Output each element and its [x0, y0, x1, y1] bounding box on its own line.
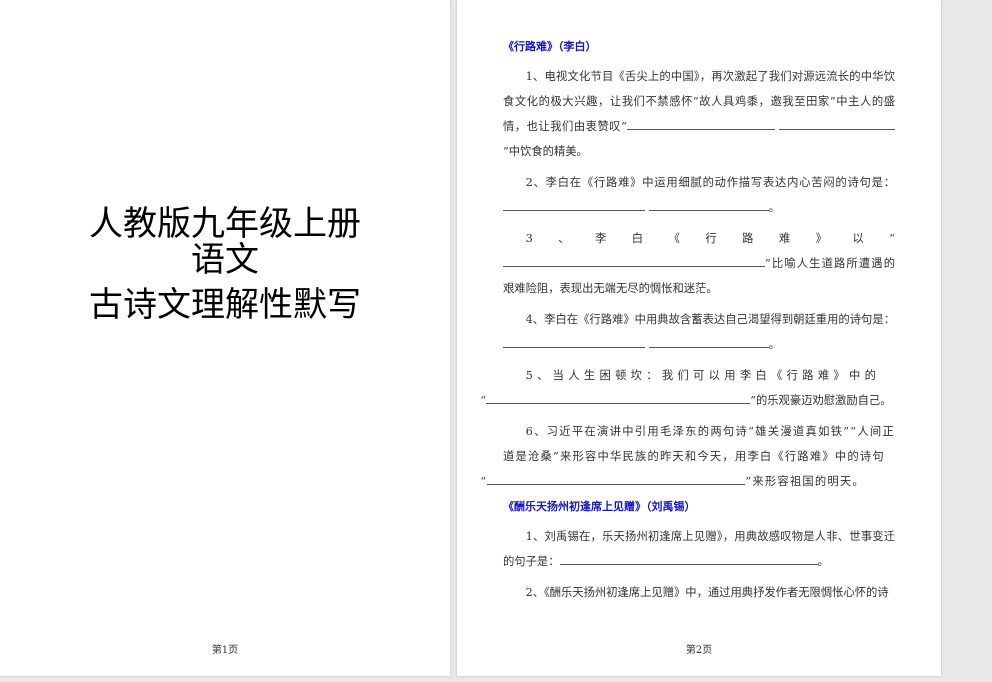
section-title: 《酬乐天扬州初逢席上见赠》（刘禹锡） [503, 500, 696, 513]
question-text: ”的乐观豪迈劝慰激励自己。 [750, 394, 892, 407]
question-text: ”来形容祖国的明天。 [745, 475, 865, 488]
question-text: 4、李白在《行路难》中用典故含蓄表达自己渴望得到朝廷重用的诗句是： [525, 313, 895, 326]
answer-blank[interactable] [626, 118, 775, 130]
answer-blank[interactable] [486, 392, 751, 404]
page-2: 《行路难》（李白） 1、电视文化节目《舌尖上的中国》，再次激起了我们对源远流长的… [457, 0, 941, 676]
question-text: 。 [817, 555, 829, 568]
answer-blank[interactable] [487, 473, 746, 485]
question-text: ”中饮食的精美。 [503, 145, 588, 158]
question-text: 5、当人生困顿坎：我们可以用李白《行路难》中的 [525, 369, 881, 382]
question-text: 2、李白在《行路难》中运用细腻的动作描写表达内心苦闷的诗句是： [525, 176, 895, 189]
cover-title-line-3: 古诗文理解性默写 [89, 285, 361, 325]
question-text: 2、《酬乐天扬州初逢席上见赠》中，通过用典抒发作者无限惆怅心怀的诗 [525, 586, 889, 599]
question-3: 3、李白《行路难》以“”比喻人生道路所遭遇的艰难险阻，表现出无端无尽的惆怅和迷茫… [503, 226, 895, 301]
answer-blank[interactable] [503, 255, 765, 267]
page-content: 《行路难》（李白） 1、电视文化节目《舌尖上的中国》，再次激起了我们对源远流长的… [480, 36, 895, 605]
question-2: 2、李白在《行路难》中运用细腻的动作描写表达内心苦闷的诗句是： 。 [503, 170, 895, 220]
question-1: 1、电视文化节目《舌尖上的中国》，再次激起了我们对源远流长的中华饮食文化的极大兴… [503, 64, 895, 164]
answer-blank[interactable] [503, 199, 645, 211]
answer-blank[interactable] [779, 118, 895, 130]
answer-blank[interactable] [503, 336, 645, 348]
answer-blank[interactable] [648, 199, 769, 211]
question-text: 。 [768, 338, 780, 351]
question-5: 5、当人生困顿坎：我们可以用李白《行路难》中的 “”的乐观豪迈劝慰激励自己。 [480, 363, 895, 413]
question-6: 6、习近平在演讲中引用毛泽东的两句诗“雄关漫道真如铁”“人间正道是沧桑”来形容中… [480, 419, 895, 494]
answer-blank[interactable] [648, 336, 769, 348]
question-8: 2、《酬乐天扬州初逢席上见赠》中，通过用典抒发作者无限惆怅心怀的诗 [503, 580, 895, 605]
cover-title-line-1: 人教版九年级上册 [89, 204, 361, 244]
page-number: 第2页 [685, 645, 713, 656]
section-title: 《行路难》（李白） [503, 40, 597, 53]
page-1: 人教版九年级上册 语文 古诗文理解性默写 第1页 [0, 0, 450, 676]
question-4: 4、李白在《行路难》中用典故含蓄表达自己渴望得到朝廷重用的诗句是： 。 [503, 307, 895, 357]
cover-title-line-2: 语文 [191, 240, 259, 280]
question-text: 3、李白《行路难》以“ [525, 232, 895, 245]
question-text: 。 [768, 201, 780, 214]
question-7: 1、刘禹锡在，乐天扬州初逢席上见赠》，用典故感叹物是人非、世事变迁的句子是：。 [503, 524, 895, 574]
question-text: 6、习近平在演讲中引用毛泽东的两句诗“雄关漫道真如铁”“人间正道是沧桑”来形容中… [503, 425, 895, 463]
answer-blank[interactable] [559, 553, 818, 565]
page-number: 第1页 [211, 645, 239, 656]
question-text: “ [480, 475, 488, 488]
